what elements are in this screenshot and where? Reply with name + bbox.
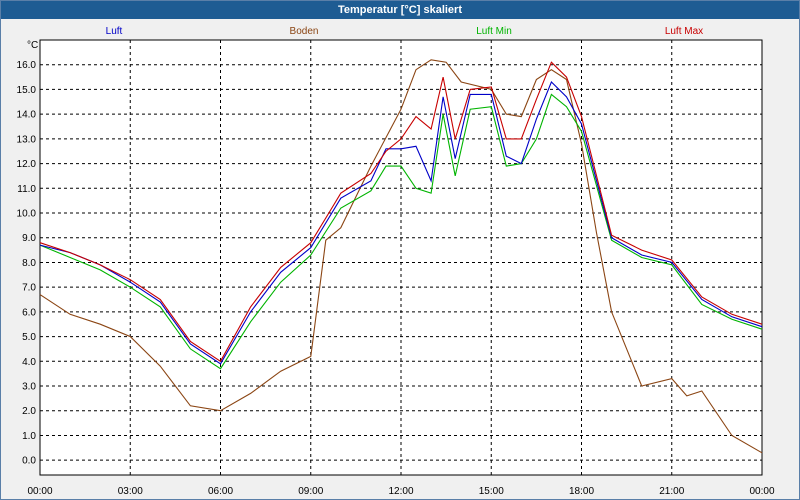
legend: Luft Boden Luft Min Luft Max [106, 26, 704, 37]
x-tick-time-label: 12:00 [388, 486, 413, 497]
legend-entry-boden: Boden [290, 26, 319, 37]
legend-entry-luft-min: Luft Min [476, 26, 512, 37]
x-axis-tick-labels: 00:0006.04.2503:0006.04.2506:0006.04.250… [27, 486, 774, 497]
legend-entry-luft-max: Luft Max [665, 26, 703, 37]
y-tick-label: 14.0 [17, 110, 37, 121]
y-tick-label: 13.0 [17, 134, 37, 145]
x-tick-time-label: 15:00 [479, 486, 504, 497]
legend-entry-luft: Luft [106, 26, 123, 37]
y-tick-label: 6.0 [22, 307, 36, 318]
temperature-chart: 0.0 1.0 2.0 3.0 4.0 5.0 6.0 7.0 8.0 9.0 10.0 11.0 12… [17, 26, 775, 497]
x-tick-time-label: 00:00 [749, 486, 774, 497]
x-tick-time-label: 18:00 [569, 486, 594, 497]
window-title: Temperatur [°C] skaliert [1, 1, 799, 19]
y-tick-label: 16.0 [17, 60, 37, 71]
x-tick-time-label: 21:00 [659, 486, 684, 497]
y-tick-label: 9.0 [22, 233, 36, 244]
y-tick-label: 5.0 [22, 332, 36, 343]
x-tick-time-label: 00:00 [27, 486, 52, 497]
x-tick-time-label: 09:00 [298, 486, 323, 497]
y-tick-label: 10.0 [17, 209, 37, 220]
y-tick-label: 0.0 [22, 456, 36, 467]
y-axis-tick-labels: 0.0 1.0 2.0 3.0 4.0 5.0 6.0 7.0 8.0 9.0 10.0 11.0 12… [17, 60, 37, 466]
y-tick-label: 11.0 [17, 184, 36, 195]
x-tick-time-label: 06:00 [208, 486, 233, 497]
x-tick-time-label: 03:00 [118, 486, 143, 497]
y-tick-label: 4.0 [22, 357, 36, 368]
y-tick-label: 8.0 [22, 258, 36, 269]
y-tick-label: 2.0 [22, 406, 36, 417]
y-axis-unit-label: °C [27, 40, 38, 51]
y-tick-label: 15.0 [17, 85, 37, 96]
chart-window: Temperatur [°C] skaliert 0.0 1.0 2.0 3.0 4.0… [0, 0, 800, 500]
y-tick-label: 12.0 [17, 159, 37, 170]
y-tick-label: 1.0 [22, 431, 36, 442]
y-tick-label: 7.0 [22, 283, 36, 294]
y-tick-label: 3.0 [22, 382, 36, 393]
